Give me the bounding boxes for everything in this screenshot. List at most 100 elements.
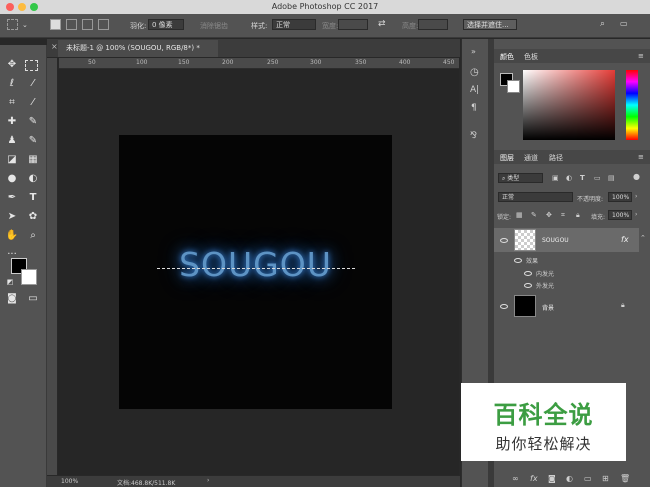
visibility-eye-icon[interactable] — [514, 258, 522, 263]
filter-type-icon[interactable]: T — [580, 174, 585, 182]
visibility-eye-icon[interactable] — [524, 271, 532, 276]
properties-panel-icon[interactable]: ⅋ — [470, 131, 477, 141]
antialias-checkbox[interactable]: 消除锯齿 — [200, 21, 228, 31]
tab-color[interactable]: 颜色 — [500, 52, 514, 62]
add-style-icon[interactable]: fx — [530, 474, 538, 483]
screen-mode-icon[interactable]: ▭ — [25, 292, 41, 306]
filter-pixel-icon[interactable]: ▣ — [552, 174, 559, 182]
blend-mode-select[interactable]: 正常 — [498, 192, 573, 202]
layer-row-sougou[interactable]: SOUGOU fx — [494, 228, 639, 252]
document-canvas[interactable]: SOUGOU — [119, 135, 392, 409]
chevron-right-icon[interactable]: › — [635, 193, 637, 200]
lock-all-icon[interactable]: 🔒︎ — [576, 211, 580, 220]
hand-tool-icon[interactable]: ✋ — [4, 229, 20, 243]
opacity-input[interactable]: 100% — [608, 192, 632, 202]
glow-text-layer[interactable]: SOUGOU — [119, 245, 392, 284]
layer-filter-select[interactable]: ⌕ 类型 — [498, 173, 543, 183]
visibility-eye-icon[interactable] — [524, 283, 532, 288]
history-brush-icon[interactable]: ✎ — [25, 134, 41, 148]
subtract-selection-button[interactable] — [82, 19, 93, 30]
delete-layer-icon[interactable]: 🗑︎ — [620, 474, 630, 483]
eraser-tool-icon[interactable]: ◪ — [4, 153, 20, 167]
layer-fx-icon[interactable]: fx — [621, 235, 629, 244]
zoom-window-button[interactable] — [30, 3, 38, 11]
effect-outer-glow[interactable]: 外发光 — [536, 281, 554, 290]
layer-name[interactable]: SOUGOU — [542, 237, 569, 244]
dodge-tool-icon[interactable]: ◐ — [25, 172, 41, 186]
visibility-eye-icon[interactable] — [500, 304, 508, 309]
clone-stamp-icon[interactable]: ♟ — [4, 134, 20, 148]
gradient-tool-icon[interactable]: ▦ — [25, 153, 41, 167]
select-and-mask-button[interactable]: 选择并遮住... — [463, 19, 517, 30]
visibility-eye-icon[interactable] — [500, 238, 508, 243]
adjustment-layer-icon[interactable]: ◐ — [566, 474, 573, 483]
lock-brush-icon[interactable]: ✎ — [531, 211, 537, 219]
eyedropper-icon[interactable]: ⁄ — [25, 96, 41, 110]
search-icon[interactable]: ⌕ — [600, 19, 605, 29]
quick-mask-icon[interactable]: ◙ — [4, 292, 20, 306]
tab-channels[interactable]: 通道 — [524, 153, 538, 163]
workspace-icon[interactable]: ▭ — [620, 19, 628, 28]
pen-tool-icon[interactable]: ✒ — [4, 191, 20, 205]
tab-swatches[interactable]: 色板 — [524, 52, 538, 62]
new-layer-icon[interactable]: ⊞ — [602, 474, 609, 483]
new-selection-button[interactable] — [50, 19, 61, 30]
swap-icon[interactable]: ⇄ — [378, 19, 386, 29]
layer-row-background[interactable]: 背景 🔒︎ — [494, 294, 639, 318]
add-mask-icon[interactable]: ◙ — [548, 474, 556, 483]
filter-adjust-icon[interactable]: ◐ — [566, 174, 572, 182]
chevron-up-icon[interactable]: ⌃ — [640, 234, 646, 242]
path-selection-icon[interactable]: ➤ — [4, 210, 20, 224]
panel-background-swatch[interactable] — [507, 80, 520, 93]
custom-shape-icon[interactable]: ✿ — [25, 210, 41, 224]
width-input[interactable] — [338, 19, 368, 30]
link-layers-icon[interactable]: ∞ — [512, 474, 519, 483]
panel-menu-icon[interactable]: ≡ — [638, 52, 644, 60]
style-select[interactable]: 正常 — [272, 19, 316, 30]
marquee-tool-icon[interactable] — [25, 60, 38, 71]
background-color-swatch[interactable] — [21, 269, 37, 285]
tab-paths[interactable]: 路径 — [549, 153, 563, 163]
filter-smart-icon[interactable]: ▤ — [608, 174, 615, 182]
chevron-down-icon[interactable]: ⌄ — [22, 21, 28, 29]
chevron-right-icon[interactable]: › — [635, 211, 637, 218]
chevron-right-icon[interactable]: › — [207, 477, 209, 484]
magic-wand-icon[interactable]: ⁄ — [25, 77, 41, 91]
filter-shape-icon[interactable]: ▭ — [594, 174, 601, 182]
height-input[interactable] — [418, 19, 448, 30]
zoom-level[interactable]: 100% — [61, 478, 78, 485]
close-tab-icon[interactable]: × — [51, 42, 58, 51]
lock-transparency-icon[interactable]: ▦ — [516, 211, 523, 219]
filter-toggle-icon[interactable]: ● — [633, 172, 640, 181]
history-panel-icon[interactable]: ◷ — [470, 67, 479, 78]
crop-tool-icon[interactable]: ⌗ — [4, 96, 20, 110]
close-window-button[interactable] — [6, 3, 14, 11]
hue-slider[interactable] — [626, 70, 638, 140]
lock-position-icon[interactable]: ✥ — [546, 211, 552, 219]
new-group-icon[interactable]: ▭ — [584, 474, 592, 483]
document-tab[interactable]: 未标题-1 @ 100% (SOUGOU, RGB/8*) * — [58, 40, 218, 57]
intersect-selection-button[interactable] — [98, 19, 109, 30]
add-selection-button[interactable] — [66, 19, 77, 30]
feather-input[interactable]: 0 像素 — [148, 19, 184, 30]
minimize-window-button[interactable] — [18, 3, 26, 11]
default-colors-icon[interactable]: ◩ — [2, 275, 18, 289]
color-picker-field[interactable] — [523, 70, 615, 140]
brush-tool-icon[interactable]: ✎ — [25, 115, 41, 129]
healing-brush-icon[interactable]: ✚ — [4, 115, 20, 129]
move-tool-icon[interactable]: ✥ — [4, 58, 20, 72]
lock-artboard-icon[interactable]: ⌗ — [561, 211, 565, 220]
effect-inner-glow[interactable]: 内发光 — [536, 269, 554, 278]
paragraph-panel-icon[interactable]: ¶ — [471, 103, 477, 113]
blur-tool-icon[interactable]: ● — [4, 172, 20, 186]
panel-menu-icon[interactable]: ≡ — [638, 153, 644, 161]
lasso-tool-icon[interactable]: ℓ — [4, 77, 20, 91]
expand-panels-icon[interactable]: » — [471, 47, 476, 56]
fill-input[interactable]: 100% — [608, 210, 632, 220]
tab-layers[interactable]: 图层 — [500, 153, 514, 163]
character-panel-icon[interactable]: A| — [470, 85, 479, 95]
layer-name[interactable]: 背景 — [542, 303, 554, 312]
marquee-tool-preset-icon[interactable] — [7, 19, 18, 30]
type-tool-icon[interactable]: T — [25, 191, 41, 205]
zoom-tool-icon[interactable]: ⌕ — [25, 229, 41, 243]
